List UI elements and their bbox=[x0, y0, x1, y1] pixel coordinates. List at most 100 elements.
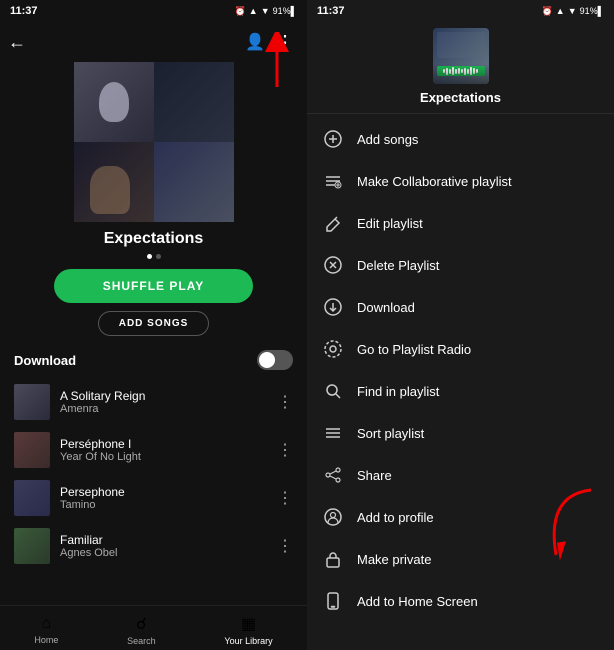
album-art-grid bbox=[74, 62, 234, 222]
download-icon bbox=[323, 297, 343, 317]
track-name-4: Familiar bbox=[60, 533, 277, 547]
alarm-icon: ⏰ bbox=[235, 6, 246, 17]
wifi-icon: ▼ bbox=[261, 6, 270, 16]
menu-sort-playlist-label: Sort playlist bbox=[357, 426, 424, 441]
x-circle-icon bbox=[323, 255, 343, 275]
spotify-equalizer bbox=[437, 66, 485, 76]
right-status-time: 11:37 bbox=[317, 5, 345, 17]
more-options-icon[interactable]: ⋮ bbox=[275, 30, 295, 55]
top-bar-actions: 👤 ⋮ bbox=[245, 30, 295, 55]
track-info-4: Familiar Agnes Obel bbox=[60, 533, 277, 559]
eq-bar-11 bbox=[473, 68, 475, 74]
eq-bar-4 bbox=[452, 67, 454, 75]
track-artist-1: Amenra bbox=[60, 403, 277, 415]
right-status-bar: 11:37 ⏰ ▲ ▼ 91%▌ bbox=[307, 0, 614, 22]
album-cell-2 bbox=[154, 62, 234, 142]
nav-search-label: Search bbox=[127, 636, 156, 646]
track-info-2: Perséphone I Year Of No Light bbox=[60, 437, 277, 463]
album-cell-3 bbox=[74, 142, 154, 222]
find-icon bbox=[323, 381, 343, 401]
plus-circle-icon bbox=[323, 129, 343, 149]
battery-icon: 91%▌ bbox=[273, 6, 297, 16]
track-item-3[interactable]: Persephone Tamino ⋮ bbox=[0, 474, 307, 522]
album-cell-4 bbox=[154, 142, 234, 222]
menu-find-in-playlist-label: Find in playlist bbox=[357, 384, 439, 399]
track-name-1: A Solitary Reign bbox=[60, 389, 277, 403]
eq-bar-10 bbox=[470, 67, 472, 75]
eq-bar-12 bbox=[476, 69, 478, 73]
track-item-4[interactable]: Familiar Agnes Obel ⋮ bbox=[0, 522, 307, 570]
add-songs-button[interactable]: ADD SONGS bbox=[98, 311, 210, 336]
dot-1 bbox=[147, 254, 152, 259]
album-cell-1 bbox=[74, 62, 154, 142]
home-icon: ⌂ bbox=[42, 615, 52, 633]
menu-add-to-profile[interactable]: Add to profile bbox=[307, 496, 614, 538]
r-alarm-icon: ⏰ bbox=[542, 6, 553, 17]
menu-share[interactable]: Share bbox=[307, 454, 614, 496]
eq-bar-1 bbox=[443, 69, 445, 73]
track-item-2[interactable]: Perséphone I Year Of No Light ⋮ bbox=[0, 426, 307, 474]
menu-delete-playlist[interactable]: Delete Playlist bbox=[307, 244, 614, 286]
profile-icon[interactable]: 👤 bbox=[245, 32, 265, 52]
r-signal-icon: ▲ bbox=[556, 6, 565, 16]
menu-playlist-radio-label: Go to Playlist Radio bbox=[357, 342, 471, 357]
nav-library[interactable]: ▦ Your Library bbox=[224, 614, 272, 646]
eq-bar-2 bbox=[446, 68, 448, 75]
person-circle-icon bbox=[323, 507, 343, 527]
menu-edit-playlist-label: Edit playlist bbox=[357, 216, 423, 231]
back-button[interactable]: ← bbox=[8, 32, 26, 53]
track-artist-3: Tamino bbox=[60, 499, 277, 511]
right-playlist-name: Expectations bbox=[420, 90, 501, 105]
download-label: Download bbox=[14, 353, 76, 368]
right-header: Expectations bbox=[307, 22, 614, 114]
nav-home[interactable]: ⌂ Home bbox=[34, 615, 58, 645]
pencil-icon bbox=[323, 213, 343, 233]
share-icon bbox=[323, 465, 343, 485]
eq-bar-8 bbox=[464, 68, 466, 75]
context-menu: Add songs Make Collaborative playlist bbox=[307, 114, 614, 650]
menu-edit-playlist[interactable]: Edit playlist bbox=[307, 202, 614, 244]
track-artist-2: Year Of No Light bbox=[60, 451, 277, 463]
left-panel: 11:37 ⏰ ▲ ▼ 91%▌ ← 👤 ⋮ bbox=[0, 0, 307, 650]
menu-download[interactable]: Download bbox=[307, 286, 614, 328]
left-status-time: 11:37 bbox=[10, 5, 38, 17]
top-bar: ← 👤 ⋮ bbox=[0, 22, 307, 62]
track-art-1 bbox=[14, 384, 50, 420]
menu-find-in-playlist[interactable]: Find in playlist bbox=[307, 370, 614, 412]
eq-bar-3 bbox=[449, 69, 451, 74]
nav-library-label: Your Library bbox=[224, 636, 272, 646]
download-toggle[interactable] bbox=[257, 350, 293, 370]
menu-share-label: Share bbox=[357, 468, 392, 483]
bottom-nav: ⌂ Home ☌ Search ▦ Your Library bbox=[0, 605, 307, 650]
menu-make-collaborative[interactable]: Make Collaborative playlist bbox=[307, 160, 614, 202]
eq-bar-5 bbox=[455, 69, 457, 74]
lock-icon bbox=[323, 549, 343, 569]
track-more-4[interactable]: ⋮ bbox=[277, 536, 293, 556]
track-art-3 bbox=[14, 480, 50, 516]
shuffle-button[interactable]: SHUFFLE PLAY bbox=[54, 269, 254, 303]
track-item-1[interactable]: A Solitary Reign Amenra ⋮ bbox=[0, 378, 307, 426]
eq-bar-7 bbox=[461, 69, 463, 73]
menu-add-to-homescreen[interactable]: Add to Home Screen bbox=[307, 580, 614, 622]
left-status-bar: 11:37 ⏰ ▲ ▼ 91%▌ bbox=[0, 0, 307, 22]
radio-icon bbox=[323, 339, 343, 359]
playlist-title: Expectations bbox=[0, 230, 307, 248]
track-more-3[interactable]: ⋮ bbox=[277, 488, 293, 508]
track-name-3: Persephone bbox=[60, 485, 277, 499]
menu-make-private-label: Make private bbox=[357, 552, 431, 567]
menu-playlist-radio[interactable]: Go to Playlist Radio bbox=[307, 328, 614, 370]
sort-icon bbox=[323, 423, 343, 443]
track-name-2: Perséphone I bbox=[60, 437, 277, 451]
track-list: A Solitary Reign Amenra ⋮ Perséphone I Y… bbox=[0, 378, 307, 605]
right-album-art bbox=[433, 28, 489, 84]
track-more-1[interactable]: ⋮ bbox=[277, 392, 293, 412]
menu-collaborative-label: Make Collaborative playlist bbox=[357, 174, 512, 189]
search-icon: ☌ bbox=[136, 614, 147, 634]
menu-make-private[interactable]: Make private bbox=[307, 538, 614, 580]
eq-bar-9 bbox=[467, 69, 469, 74]
nav-search[interactable]: ☌ Search bbox=[127, 614, 156, 646]
right-panel: 11:37 ⏰ ▲ ▼ 91%▌ bbox=[307, 0, 614, 650]
menu-add-songs[interactable]: Add songs bbox=[307, 118, 614, 160]
track-more-2[interactable]: ⋮ bbox=[277, 440, 293, 460]
menu-sort-playlist[interactable]: Sort playlist bbox=[307, 412, 614, 454]
